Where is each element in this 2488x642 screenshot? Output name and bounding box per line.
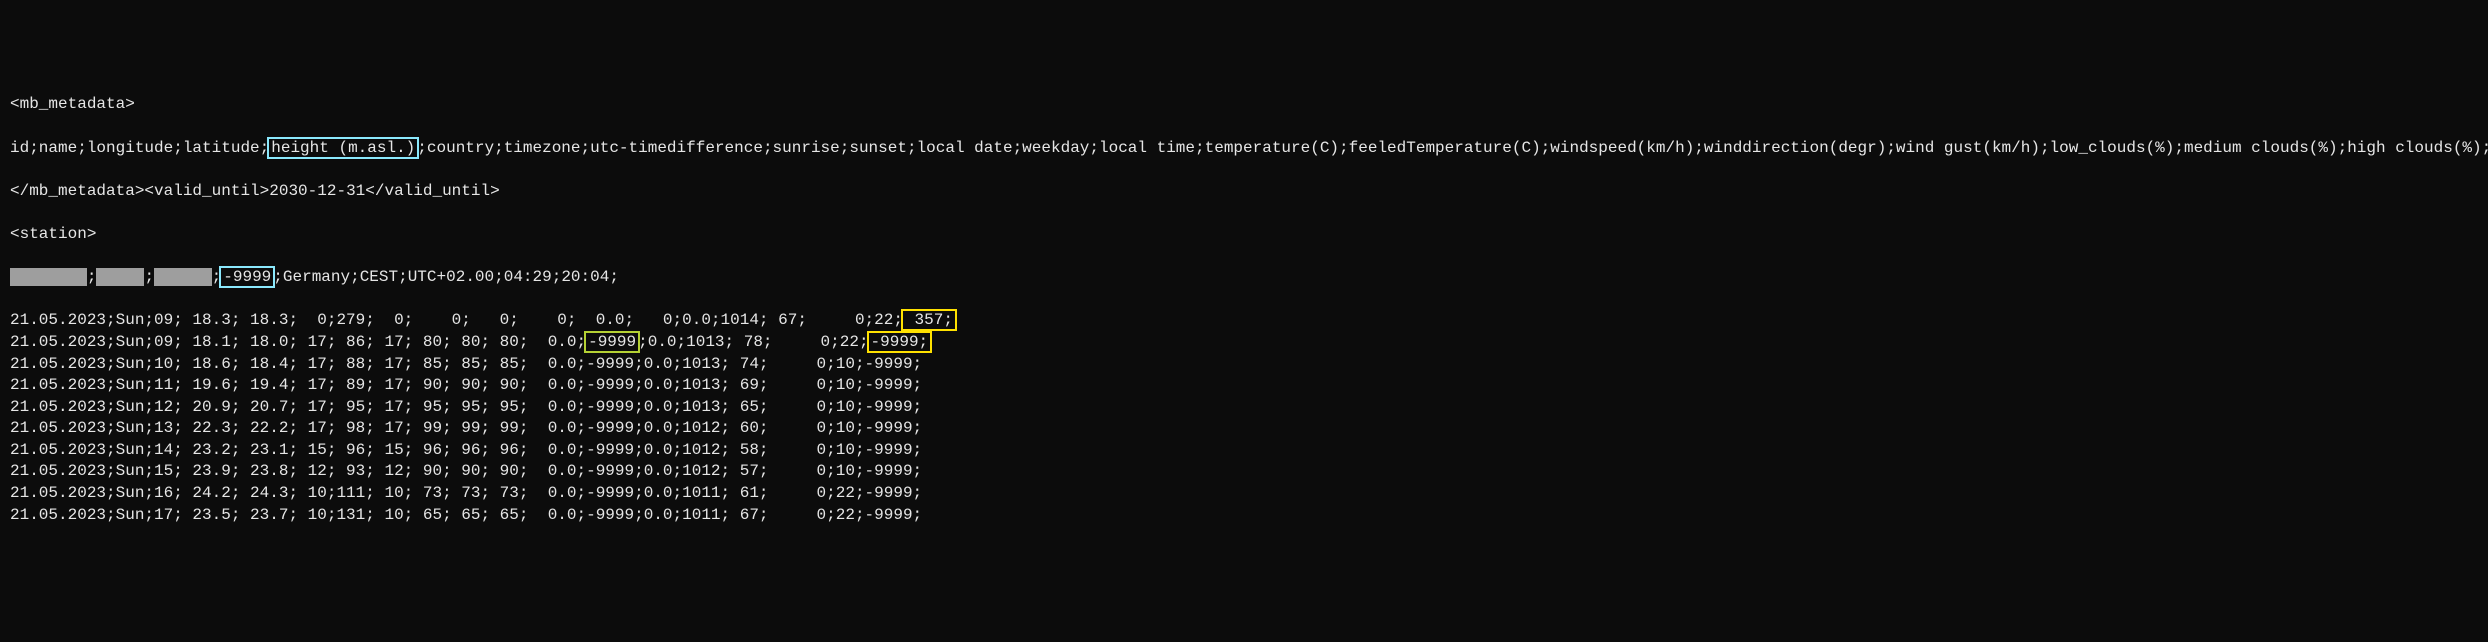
data-row: 21.05.2023;Sun;13; 22.3; 22.2; 17; 98; 1… [10,418,2478,440]
row-text: 21.05.2023;Sun;16; 24.2; 24.3; 10;111; 1… [10,484,922,502]
redacted-lonlat [154,268,212,286]
data-row: 21.05.2023;Sun;15; 23.9; 23.8; 12; 93; 1… [10,461,2478,483]
row-text: 21.05.2023;Sun;11; 19.6; 19.4; 17; 89; 1… [10,376,922,394]
sep: ; [87,268,97,286]
row-highlight: -9999; [867,331,933,353]
schema-line-1: id;name;longitude;latitude;height (m.asl… [10,138,2478,160]
metadata-close-line: </mb_metadata><valid_until>2030-12-31</v… [10,181,2478,203]
schema-part-2: ;country;timezone;utc-timedifference;sun… [417,139,2488,157]
metadata-close: </mb_metadata> [10,182,144,200]
data-row: 21.05.2023;Sun;10; 18.6; 18.4; 17; 88; 1… [10,354,2478,376]
row-text: 21.05.2023;Sun;13; 22.3; 22.2; 17; 98; 1… [10,419,922,437]
row-text: 21.05.2023;Sun;14; 23.2; 23.1; 15; 96; 1… [10,441,922,459]
row-text: 21.05.2023;Sun;12; 20.9; 20.7; 17; 95; 1… [10,398,922,416]
station-rest: ;Germany;CEST;UTC+02.00;04:29;20:04; [273,268,619,286]
height-value-highlight: -9999 [219,266,275,288]
redacted-id [10,268,87,286]
station-info-line: ; ; ;-9999;Germany;CEST;UTC+02.00;04:29;… [10,267,2478,289]
height-label-highlight: height (m.asl.) [267,137,419,159]
data-row: 21.05.2023;Sun;11; 19.6; 19.4; 17; 89; 1… [10,375,2478,397]
data-row: 21.05.2023;Sun;12; 20.9; 20.7; 17; 95; 1… [10,397,2478,419]
schema-part-1: id;name;longitude;latitude; [10,139,269,157]
row-text: 21.05.2023;Sun;10; 18.6; 18.4; 17; 88; 1… [10,355,922,373]
valid-until-open: <valid_until> [144,182,269,200]
row-text: ;0.0;1013; 78; 0;22; [638,333,868,351]
data-row: 21.05.2023;Sun;17; 23.5; 23.7; 10;131; 1… [10,505,2478,527]
row-text: 21.05.2023;Sun;15; 23.9; 23.8; 12; 93; 1… [10,462,922,480]
data-row: 21.05.2023;Sun;14; 23.2; 23.1; 15; 96; 1… [10,440,2478,462]
row-text: 21.05.2023;Sun;09; 18.3; 18.3; 0;279; 0;… [10,311,903,329]
data-row: 21.05.2023;Sun;16; 24.2; 24.3; 10;111; 1… [10,483,2478,505]
valid-until-value: 2030-12-31 [269,182,365,200]
sep: ; [144,268,154,286]
data-rows: 21.05.2023;Sun;09; 18.3; 18.3; 0;279; 0;… [10,310,2478,526]
data-row: 21.05.2023;Sun;09; 18.3; 18.3; 0;279; 0;… [10,310,2478,332]
row-highlight: 357; [901,309,957,331]
metadata-open: <mb_metadata> [10,94,2478,116]
row-text: 21.05.2023;Sun;17; 23.5; 23.7; 10;131; 1… [10,506,922,524]
redacted-name [96,268,144,286]
data-row: 21.05.2023;Sun;09; 18.1; 18.0; 17; 86; 1… [10,332,2478,354]
row-text: 21.05.2023;Sun;09; 18.1; 18.0; 17; 86; 1… [10,333,586,351]
row-highlight: -9999 [584,331,640,353]
valid-until-close: </valid_until> [365,182,499,200]
station-open: <station> [10,224,2478,246]
